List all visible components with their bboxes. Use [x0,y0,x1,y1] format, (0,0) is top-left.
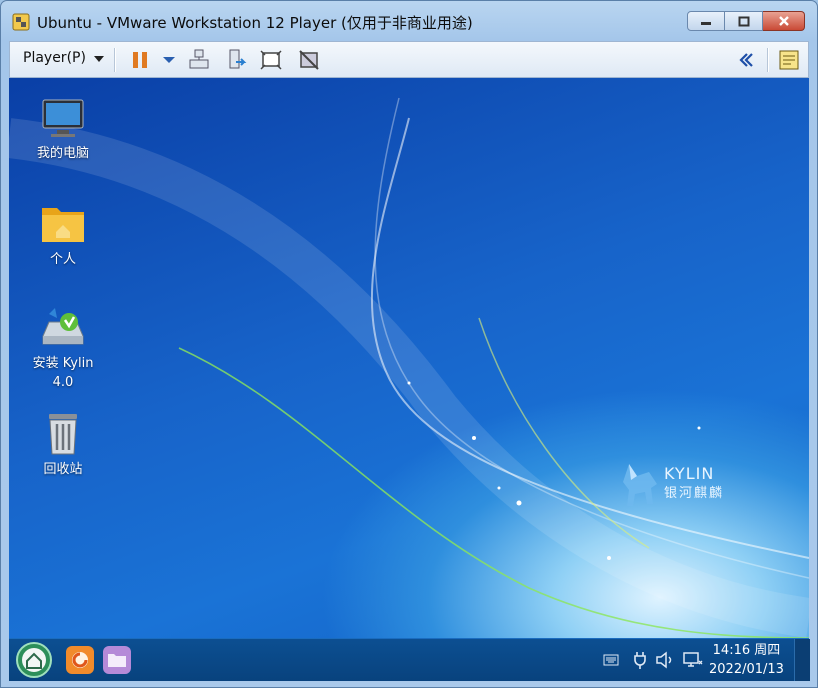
removable-devices-icon[interactable] [224,48,248,72]
computer-icon [42,99,84,137]
start-menu-icon[interactable] [16,642,52,678]
install-disk-icon [42,308,84,345]
desktop-icon-label: 安装 Kylin 4.0 [32,356,94,390]
guest-desktop[interactable]: 我的电脑 个人 安装 Kylin 4.0 回收站 KYLIN 银河麒麟 [9,78,809,638]
firefox-icon[interactable] [65,645,95,675]
vmware-app-icon [12,13,30,31]
player-menu-caret-icon[interactable] [94,56,104,62]
close-button[interactable] [763,11,805,31]
file-manager-icon[interactable] [102,645,132,675]
home-folder-icon [42,208,84,242]
window-title: Ubuntu - VMware Workstation 12 Player (仅… [37,14,473,32]
power-plug-icon[interactable] [633,651,647,669]
collapse-toolbar-icon[interactable] [734,48,758,72]
desktop-icon-label: 我的电脑 [36,146,89,161]
kylin-brand-cn-text: 银河麒麟 [664,486,725,501]
toolbar-separator [767,48,769,72]
trash-icon [49,414,77,455]
window-controls [687,11,805,33]
pause-icon[interactable] [128,48,152,72]
network-icon[interactable] [683,651,703,669]
player-menu[interactable]: Player(P) [23,50,86,66]
desktop-icon-install-kylin[interactable]: 安装 Kylin 4.0 [23,304,103,392]
volume-icon[interactable] [655,651,675,669]
notes-icon[interactable] [777,48,801,72]
pause-dropdown-icon[interactable] [157,48,181,72]
minimize-button[interactable] [687,11,725,31]
clock-time: 14:16 周四 [712,643,781,658]
vmware-player-window: Ubuntu - VMware Workstation 12 Player (仅… [0,0,818,688]
toolbar-separator [114,48,116,72]
kylin-logo: KYLIN 银河麒麟 [619,458,739,518]
guest-taskbar: 14:16 周四 2022/01/13 [9,638,810,682]
title-bar[interactable]: Ubuntu - VMware Workstation 12 Player (仅… [1,1,817,41]
fit-guest-icon[interactable] [259,48,283,72]
wallpaper-waves [9,97,809,638]
desktop-icon-label: 个人 [49,252,76,267]
desktop-icon-label: 回收站 [43,462,83,477]
send-ctrl-alt-del-icon[interactable] [187,48,211,72]
kylin-qilin-icon [623,464,657,506]
maximize-icon [738,16,749,26]
unity-mode-icon[interactable] [297,48,321,72]
clock[interactable]: 14:16 周四 2022/01/13 [709,641,784,679]
show-desktop-button[interactable] [794,639,810,682]
desktop-icon-trash[interactable]: 回收站 [23,410,103,479]
window-bottom-frame [1,681,817,687]
clock-date: 2022/01/13 [709,662,784,677]
kylin-brand-text: KYLIN [664,464,715,483]
desktop-icon-computer[interactable]: 我的电脑 [23,98,103,163]
keyboard-icon[interactable] [603,653,619,667]
desktop-icon-home[interactable]: 个人 [23,202,103,269]
player-toolbar: Player(P) [9,41,809,78]
minimize-icon [701,22,711,25]
maximize-button[interactable] [725,11,763,31]
close-icon [778,16,789,26]
